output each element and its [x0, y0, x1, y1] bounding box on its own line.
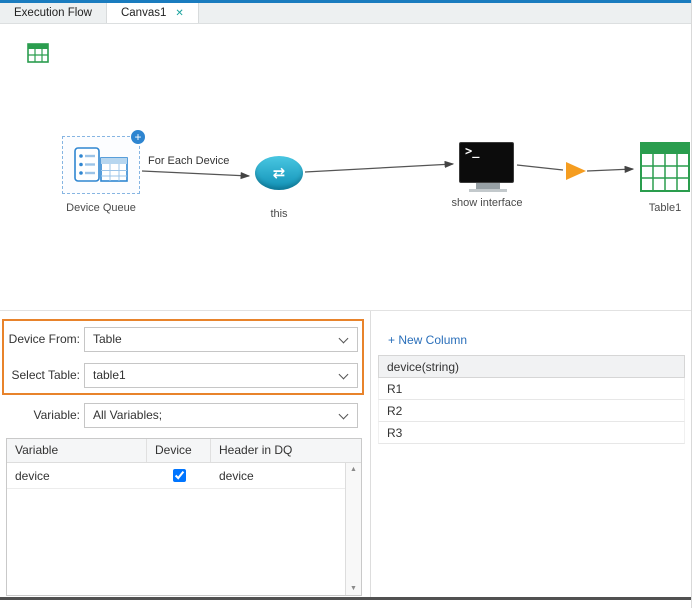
cell-header-in-dq: device: [211, 463, 347, 488]
device-queue-icon: [73, 145, 129, 185]
select-table-label: Select Table:: [4, 368, 80, 382]
variable-table: Variable Device Header in DQ device devi…: [6, 438, 362, 596]
app-window: Execution Flow Canvas1 ✕: [0, 0, 692, 608]
select-table-select[interactable]: table1: [84, 363, 358, 388]
table-row[interactable]: R1: [378, 378, 685, 400]
variable-table-header: Variable Device Header in DQ: [7, 439, 361, 463]
tab-bar: Execution Flow Canvas1 ✕: [0, 3, 691, 24]
scroll-down-icon[interactable]: ▼: [346, 585, 361, 592]
variable-select[interactable]: All Variables;: [84, 403, 358, 428]
variable-label: Variable:: [4, 408, 80, 422]
table1-editor-panel: + New Column device(string) R1 R2 R3: [370, 311, 692, 599]
table-row[interactable]: R3: [378, 422, 685, 444]
column-header-header-in-dq: Header in DQ: [211, 439, 361, 462]
tab-execution-flow-label: Execution Flow: [14, 7, 92, 19]
variable-value: All Variables;: [93, 408, 162, 422]
terminal-icon: >_: [459, 142, 514, 183]
table-row[interactable]: device device: [7, 463, 347, 489]
bottom-panels: Device From: Table Select Table: table1 …: [0, 310, 692, 598]
select-table-value: table1: [93, 368, 126, 382]
column-header-variable: Variable: [7, 439, 147, 462]
router-arrows-icon: ⇄: [273, 164, 286, 182]
show-interface-label: show interface: [442, 197, 532, 209]
chevron-down-icon: [339, 334, 349, 344]
orange-arrow-marker: [566, 162, 586, 180]
table-tool-icon[interactable]: [27, 43, 49, 63]
column-header-device: Device: [147, 439, 211, 462]
device-queue-label: Device Queue: [51, 202, 151, 214]
variable-table-body: device device ▲ ▼: [7, 463, 361, 595]
table1-label: Table1: [633, 202, 692, 214]
scroll-up-icon[interactable]: ▲: [346, 466, 361, 473]
chevron-down-icon: [339, 370, 349, 380]
for-each-device-label: For Each Device: [148, 155, 229, 167]
show-interface-node[interactable]: >_: [459, 142, 516, 192]
column-header-device-string[interactable]: device(string): [378, 355, 685, 378]
device-from-label: Device From:: [4, 332, 80, 346]
device-table: device(string) R1 R2 R3: [378, 355, 685, 444]
device-checkbox[interactable]: [173, 469, 186, 482]
device-queue-node[interactable]: +: [62, 136, 140, 194]
tab-canvas1-label: Canvas1: [121, 7, 166, 19]
device-from-value: Table: [93, 332, 122, 346]
device-from-select[interactable]: Table: [84, 327, 358, 352]
new-column-link[interactable]: + New Column: [388, 333, 467, 347]
tab-execution-flow[interactable]: Execution Flow: [0, 3, 107, 23]
terminal-prompt-icon: >_: [465, 144, 479, 158]
router-node[interactable]: ⇄: [255, 156, 303, 190]
tab-canvas1[interactable]: Canvas1 ✕: [107, 3, 199, 23]
cell-variable: device: [7, 463, 147, 488]
plus-badge-icon: +: [130, 129, 146, 145]
flow-canvas[interactable]: + Device Queue For Each Device ⇄ this >_…: [0, 24, 692, 310]
table1-node[interactable]: [640, 140, 690, 192]
device-queue-config-panel: Device From: Table Select Table: table1 …: [0, 311, 370, 599]
chevron-down-icon: [339, 410, 349, 420]
close-icon[interactable]: ✕: [175, 8, 183, 19]
table-row[interactable]: R2: [378, 400, 685, 422]
scrollbar[interactable]: ▲ ▼: [345, 463, 361, 595]
window-bottom-border: [0, 597, 692, 600]
this-label: this: [247, 208, 311, 220]
terminal-foot: [469, 189, 507, 192]
